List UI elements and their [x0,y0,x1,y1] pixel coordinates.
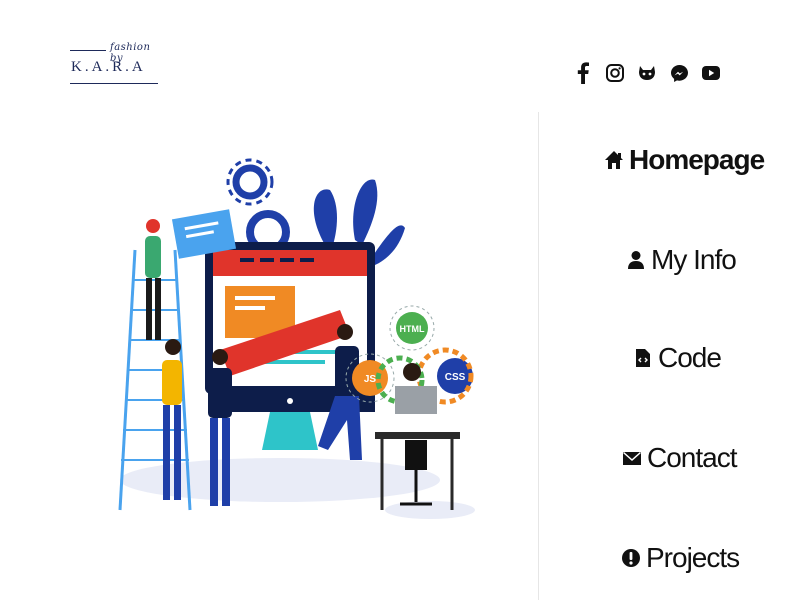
vertical-divider [538,112,539,600]
js-badge-text: JS [364,374,377,385]
web-dev-team-graphic: HTML JS CSS [118,158,475,519]
nav-label-homepage: Homepage [629,144,765,175]
css-badge-text: CSS [445,372,466,383]
youtube-icon[interactable] [700,60,722,86]
nav-item-projects[interactable]: Projects [540,542,800,574]
github-icon[interactable] [636,60,658,86]
nav-label-my-info: My Info [651,244,737,275]
nav-label-contact: Contact [647,442,737,473]
html-badge-text: HTML [400,324,425,334]
instagram-icon[interactable] [604,60,626,86]
nav-item-code[interactable]: Code [540,342,800,374]
nav-item-my-info[interactable]: My Info [540,244,800,276]
user-icon [625,247,647,273]
logo-brand-text: K.A.R.A [71,59,146,75]
nav-label-projects: Projects [646,542,740,573]
nav-item-homepage[interactable]: Homepage [540,144,800,176]
envelope-icon [621,445,643,471]
social-links [572,60,722,86]
logo-rule-bottom [70,83,158,84]
nav-label-code: Code [658,342,722,373]
logo-rule-top [70,50,106,51]
site-logo[interactable]: fashion by K.A.R.A [70,42,160,88]
nav-item-contact[interactable]: Contact [540,442,800,474]
exclamation-circle-icon [620,545,642,571]
hero-illustration: HTML JS CSS [100,150,490,530]
code-file-icon [632,345,654,371]
home-icon [603,147,625,173]
facebook-icon[interactable] [572,60,594,86]
messenger-icon[interactable] [668,60,690,86]
